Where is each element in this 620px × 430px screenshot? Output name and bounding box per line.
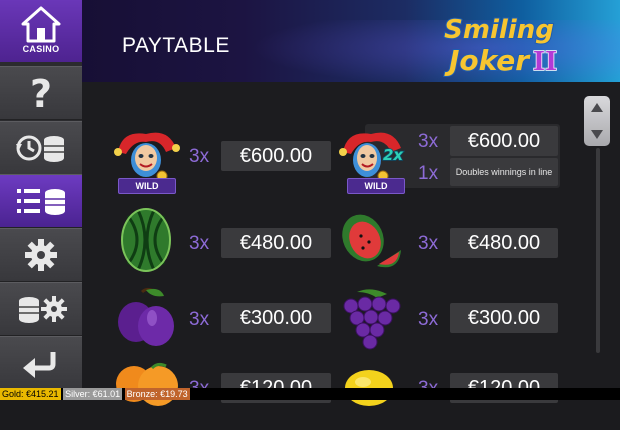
jackpot-status-bar: Gold: €415.21 Silver: €61.01 Bronze: €19… xyxy=(0,388,620,400)
bronze-jackpot: Bronze: €19.73 xyxy=(124,388,190,400)
grapes-symbol xyxy=(343,289,401,350)
gold-jackpot: Gold: €415.21 xyxy=(0,388,61,400)
prize-value: €480.00 xyxy=(450,228,558,258)
list-coins-icon xyxy=(17,189,65,215)
casino-label: CASINO xyxy=(22,44,60,54)
multiplier: 3x xyxy=(418,131,439,152)
multiplier: 3x xyxy=(418,233,439,254)
home-icon xyxy=(21,6,61,43)
scroll-buttons[interactable] xyxy=(584,96,610,146)
svg-text:2x: 2x xyxy=(383,146,404,164)
help-button[interactable]: ? xyxy=(0,66,82,120)
prize-value: €480.00 xyxy=(221,228,331,258)
scrollbar-track[interactable] xyxy=(596,148,600,353)
history-coins-icon xyxy=(16,135,64,162)
plum-symbol xyxy=(118,287,174,346)
scroll-down-icon[interactable] xyxy=(584,121,610,146)
silver-jackpot: Silver: €61.01 xyxy=(63,388,123,400)
prize-value: €600.00 xyxy=(450,126,558,156)
back-arrow-icon xyxy=(23,352,56,378)
multiplier: 3x xyxy=(189,309,210,330)
prize-value: €300.00 xyxy=(221,303,331,333)
prize-value: €600.00 xyxy=(221,141,331,171)
history-button[interactable] xyxy=(0,121,82,175)
extra-multiplier: 1x xyxy=(418,163,439,184)
paytable-content: WILD 3x €600.00 2x WILD 3x €600.00 1x Do… xyxy=(82,82,620,406)
watermelon-slice-symbol xyxy=(342,214,401,268)
doubles-note: Doubles winnings in line xyxy=(450,158,558,186)
sidebar: CASINO ? xyxy=(0,0,96,400)
wild-tag: WILD xyxy=(347,178,405,194)
svg-text:Joker: Joker xyxy=(444,44,531,77)
paytable-button[interactable] xyxy=(0,174,96,229)
game-logo: Smiling Joker II xyxy=(443,14,558,78)
watermelon-symbol xyxy=(121,208,171,272)
question-icon: ? xyxy=(30,73,52,113)
settings-button[interactable] xyxy=(0,228,82,282)
svg-text:II: II xyxy=(533,47,557,77)
multiplier: 3x xyxy=(418,309,439,330)
prize-value: €300.00 xyxy=(450,303,558,333)
scroll-up-icon[interactable] xyxy=(584,96,610,121)
multiplier: 3x xyxy=(189,146,210,167)
bet-settings-button[interactable] xyxy=(0,282,82,336)
multiplier: 3x xyxy=(189,233,210,254)
coins-gear-icon xyxy=(19,296,67,323)
back-button[interactable] xyxy=(0,336,82,390)
wild-tag: WILD xyxy=(118,178,176,194)
svg-text:Smiling: Smiling xyxy=(444,15,554,45)
svg-text:?: ? xyxy=(30,73,52,113)
casino-button[interactable]: CASINO xyxy=(0,0,82,62)
page-title: PAYTABLE xyxy=(122,34,230,57)
gear-icon xyxy=(25,239,57,271)
header: PAYTABLE Smiling Joker II xyxy=(82,0,620,82)
